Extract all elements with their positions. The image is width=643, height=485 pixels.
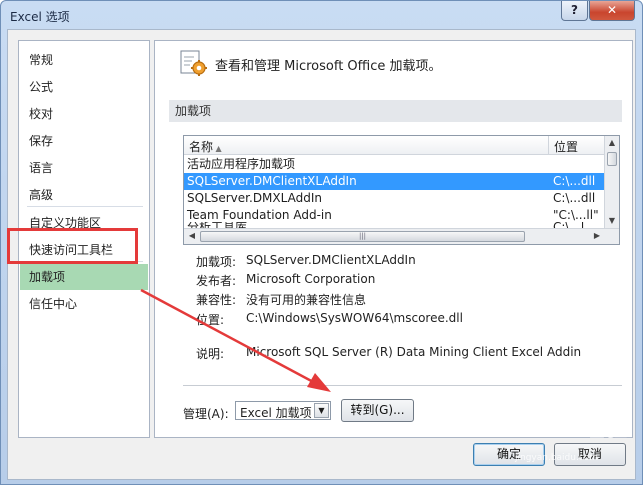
close-button[interactable]: ✕: [589, 1, 635, 21]
list-item[interactable]: SQLServer.DMXLAddIn C:\...dll: [184, 190, 605, 207]
detail-addin-label: 加载项:: [196, 255, 237, 269]
detail-compat-value: 没有可用的兼容性信息: [246, 293, 367, 307]
addins-list[interactable]: 名称 ▲ 位置 活动应用程序加载项 SQLServer.DMClientXLAd…: [183, 135, 620, 245]
manage-select-value: Excel 加载项: [240, 406, 312, 420]
manage-select[interactable]: Excel 加载项 ▼: [235, 401, 331, 420]
section-title: 加载项: [169, 100, 622, 122]
panel-header: 查看和管理 Microsoft Office 加载项。: [215, 59, 442, 74]
detail-compat-label: 兼容性:: [196, 293, 237, 307]
sidebar-item-formulas[interactable]: 公式: [20, 74, 148, 100]
column-header-location[interactable]: 位置: [554, 138, 578, 155]
sidebar-item-general[interactable]: 常规: [20, 47, 148, 73]
sidebar-item-addins[interactable]: 加载项: [20, 264, 148, 290]
list-vertical-scrollbar[interactable]: ▲ ▼: [604, 136, 619, 229]
addins-panel: 查看和管理 Microsoft Office 加载项。 加载项 名称 ▲ 位置 …: [154, 40, 633, 438]
column-header-name[interactable]: 名称 ▲: [189, 138, 222, 155]
annotation-highlight-box: [7, 228, 138, 264]
sidebar-divider: [27, 206, 143, 207]
column-separator[interactable]: [548, 136, 549, 155]
addins-gear-icon: [180, 50, 207, 76]
scroll-down-icon[interactable]: ▼: [606, 215, 618, 227]
excel-options-dialog: Excel 选项 ? ✕ 常规 公式 校对 保存 语言 高级 自定义功能区 快速…: [0, 0, 643, 485]
detail-description-label: 说明:: [196, 347, 225, 361]
list-horizontal-scrollbar[interactable]: ◀ ||| ▶: [184, 228, 619, 244]
watermark-logo: Baidu经验: [507, 417, 629, 442]
detail-addin-value: SQLServer.DMClientXLAddIn: [246, 253, 416, 267]
detail-location-value: C:\Windows\SysWOW64\mscoree.dll: [246, 311, 463, 325]
detail-description-value: Microsoft SQL Server (R) Data Mining Cli…: [246, 345, 582, 359]
chevron-down-icon[interactable]: ▼: [314, 403, 329, 418]
scroll-up-icon[interactable]: ▲: [606, 137, 618, 149]
goto-button[interactable]: 转到(G)...: [341, 399, 414, 422]
sidebar-item-save[interactable]: 保存: [20, 128, 148, 154]
scroll-right-icon[interactable]: ▶: [591, 230, 603, 242]
detail-location-label: 位置:: [196, 313, 225, 327]
sidebar-item-advanced[interactable]: 高级: [20, 182, 148, 208]
manage-label: 管理(A):: [183, 407, 229, 421]
help-button[interactable]: ?: [561, 1, 588, 21]
list-group-header: 活动应用程序加载项: [187, 157, 296, 171]
watermark-url: jingyan.baidu.com: [515, 453, 599, 463]
list-header: 名称 ▲ 位置: [184, 136, 605, 155]
sidebar-item-trust-center[interactable]: 信任中心: [20, 291, 148, 317]
vertical-scroll-thumb[interactable]: [607, 152, 617, 166]
detail-publisher-label: 发布者:: [196, 274, 237, 288]
list-item[interactable]: SQLServer.DMClientXLAddIn C:\...dll: [184, 173, 605, 190]
sidebar-item-proofing[interactable]: 校对: [20, 101, 148, 127]
manage-divider: [183, 385, 622, 386]
sidebar-item-language[interactable]: 语言: [20, 155, 148, 181]
detail-publisher-value: Microsoft Corporation: [246, 272, 376, 286]
horizontal-scroll-thumb[interactable]: |||: [200, 231, 525, 242]
dialog-title: Excel 选项: [10, 10, 70, 24]
title-bar: Excel 选项 ? ✕: [1, 1, 642, 29]
scroll-left-icon[interactable]: ◀: [186, 230, 198, 242]
